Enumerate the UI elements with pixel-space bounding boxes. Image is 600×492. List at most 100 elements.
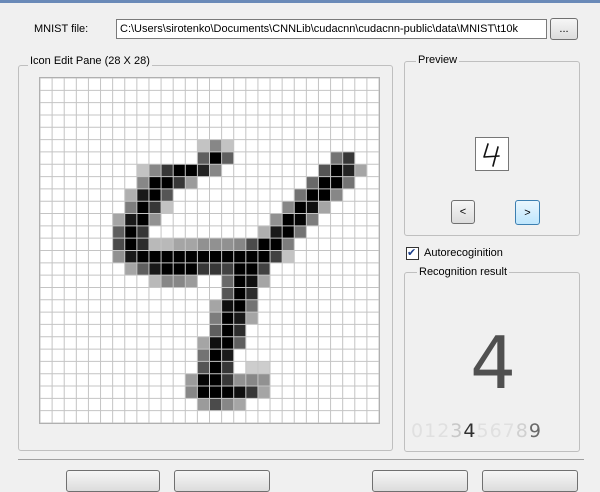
next-button[interactable]: >: [515, 200, 540, 225]
pixel-cell[interactable]: [282, 201, 295, 214]
pixel-cell[interactable]: [257, 262, 271, 276]
pixel-cell[interactable]: [197, 386, 210, 399]
pixel-cell[interactable]: [233, 336, 246, 350]
pixel-cell[interactable]: [148, 238, 162, 251]
pixel-cell[interactable]: [257, 275, 271, 288]
pixel-cell[interactable]: [221, 398, 234, 411]
pixel-cell[interactable]: [354, 164, 367, 177]
pixel-cell[interactable]: [197, 361, 210, 374]
pixel-cell[interactable]: [197, 349, 210, 362]
pixel-cell[interactable]: [221, 324, 234, 337]
pixel-cell[interactable]: [233, 262, 246, 276]
pixel-cell[interactable]: [148, 188, 162, 202]
pixel-cell[interactable]: [197, 238, 210, 251]
pixel-cell[interactable]: [318, 176, 331, 189]
pixel-cell[interactable]: [233, 287, 246, 300]
pixel-cell[interactable]: [330, 164, 343, 177]
pixel-cell[interactable]: [124, 238, 137, 251]
pixel-cell[interactable]: [124, 250, 137, 263]
pixel-cell[interactable]: [209, 139, 222, 152]
pixel-cell[interactable]: [330, 176, 343, 189]
pixel-cell[interactable]: [136, 176, 149, 189]
pixel-cell[interactable]: [161, 164, 174, 177]
pixel-cell[interactable]: [197, 336, 210, 350]
pixel-cell[interactable]: [233, 324, 246, 337]
pixel-cell[interactable]: [136, 213, 149, 226]
pixel-cell[interactable]: [270, 238, 283, 251]
pixel-cell[interactable]: [161, 176, 174, 189]
pixel-cell[interactable]: [148, 201, 162, 214]
pixel-cell[interactable]: [173, 176, 186, 189]
pixel-cell[interactable]: [185, 275, 198, 288]
pixel-cell[interactable]: [221, 139, 234, 152]
pixel-cell[interactable]: [209, 299, 222, 313]
bottom-button-2[interactable]: [174, 470, 270, 492]
pixel-cell[interactable]: [136, 225, 149, 239]
pixel-cell[interactable]: [148, 250, 162, 263]
pixel-cell[interactable]: [161, 250, 174, 263]
pixel-cell[interactable]: [257, 238, 271, 251]
pixel-cell[interactable]: [161, 201, 174, 214]
pixel-cell[interactable]: [161, 275, 174, 288]
pixel-cell[interactable]: [173, 250, 186, 263]
pixel-cell[interactable]: [197, 151, 210, 165]
pixel-cell[interactable]: [221, 287, 234, 300]
pixel-cell[interactable]: [209, 361, 222, 374]
pixel-cell[interactable]: [294, 213, 307, 226]
pixel-cell[interactable]: [136, 250, 149, 263]
pixel-cell[interactable]: [221, 299, 234, 313]
pixel-cell[interactable]: [294, 188, 307, 202]
pixel-cell[interactable]: [306, 188, 319, 202]
pixel-cell[interactable]: [282, 213, 295, 226]
pixel-cell[interactable]: [257, 250, 271, 263]
bottom-button-1[interactable]: [66, 470, 160, 492]
pixel-cell[interactable]: [270, 225, 283, 239]
pixel-cell[interactable]: [173, 238, 186, 251]
pixel-cell[interactable]: [221, 250, 234, 263]
pixel-cell[interactable]: [233, 250, 246, 263]
pixel-cell[interactable]: [185, 176, 198, 189]
pixel-cell[interactable]: [124, 225, 137, 239]
pixel-cell[interactable]: [221, 336, 234, 350]
pixel-cell[interactable]: [282, 238, 295, 251]
pixel-cell[interactable]: [197, 398, 210, 411]
pixel-cell[interactable]: [245, 262, 258, 276]
pixel-cell[interactable]: [245, 238, 258, 251]
pixel-cell[interactable]: [185, 238, 198, 251]
pixel-cell[interactable]: [318, 164, 331, 177]
pixel-cell[interactable]: [209, 262, 222, 276]
pixel-cell[interactable]: [221, 386, 234, 399]
pixel-cell[interactable]: [221, 262, 234, 276]
pixel-cell[interactable]: [221, 349, 234, 362]
pixel-cell[interactable]: [124, 201, 137, 214]
pixel-cell[interactable]: [294, 225, 307, 239]
pixel-cell[interactable]: [233, 398, 246, 411]
pixel-cell[interactable]: [245, 287, 258, 300]
pixel-cell[interactable]: [136, 164, 149, 177]
mnist-file-path-input[interactable]: C:\Users\sirotenko\Documents\CNNLib\cuda…: [116, 19, 547, 39]
pixel-cell[interactable]: [245, 299, 258, 313]
browse-button[interactable]: ...: [550, 18, 578, 40]
pixel-cell[interactable]: [245, 250, 258, 263]
pixel-cell[interactable]: [342, 151, 355, 165]
pixel-cell[interactable]: [112, 225, 125, 239]
pixel-cell[interactable]: [112, 213, 125, 226]
pixel-cell[interactable]: [209, 250, 222, 263]
pixel-cell[interactable]: [270, 250, 283, 263]
pixel-cell[interactable]: [136, 188, 149, 202]
pixel-cell[interactable]: [245, 361, 258, 374]
pixel-cell[interactable]: [233, 386, 246, 399]
pixel-cell[interactable]: [318, 201, 331, 214]
pixel-cell[interactable]: [257, 225, 271, 239]
pixel-cell[interactable]: [209, 238, 222, 251]
pixel-cell[interactable]: [197, 262, 210, 276]
pixel-cell[interactable]: [245, 275, 258, 288]
pixel-cell[interactable]: [245, 312, 258, 325]
pixel-cell[interactable]: [136, 262, 149, 276]
pixel-cell[interactable]: [209, 151, 222, 165]
pixel-cell[interactable]: [185, 250, 198, 263]
pixel-cell[interactable]: [197, 373, 210, 387]
pixel-cell[interactable]: [124, 213, 137, 226]
pixel-cell[interactable]: [233, 299, 246, 313]
pixel-cell[interactable]: [136, 238, 149, 251]
